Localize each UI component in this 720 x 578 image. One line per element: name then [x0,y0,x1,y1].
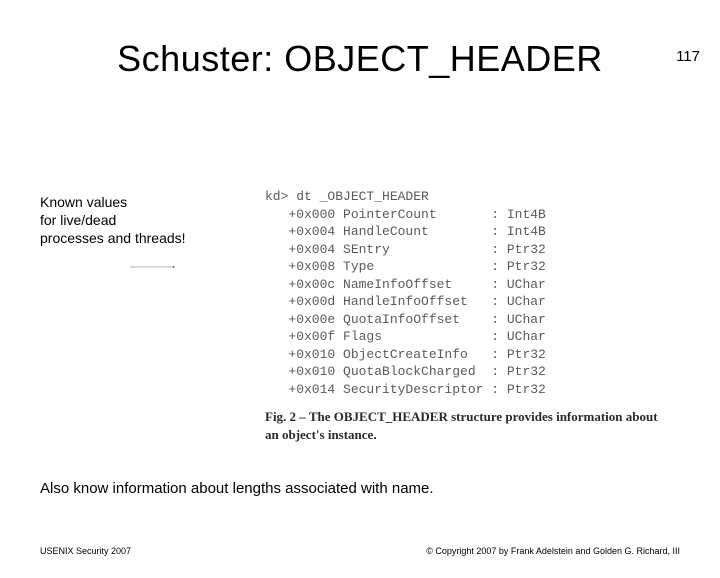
annotation-line: Known values [40,193,186,211]
bottom-note: Also know information about lengths asso… [40,480,434,497]
figure-caption: Fig. 2 – The OBJECT_HEADER structure pro… [265,408,665,444]
footer-right: © Copyright 2007 by Frank Adelstein and … [426,546,680,556]
footer-left: USENIX Security 2007 [40,546,131,556]
annotation-line: processes and threads! [40,229,186,247]
arrow-icon [40,266,265,268]
annotation-text: Known values for live/dead processes and… [40,193,186,248]
slide-title: Schuster: OBJECT_HEADER [0,38,720,80]
page-number: 117 [676,48,700,65]
code-block: kd> dt _OBJECT_HEADER +0x000 PointerCoun… [265,188,546,399]
annotation-line: for live/dead [40,211,186,229]
